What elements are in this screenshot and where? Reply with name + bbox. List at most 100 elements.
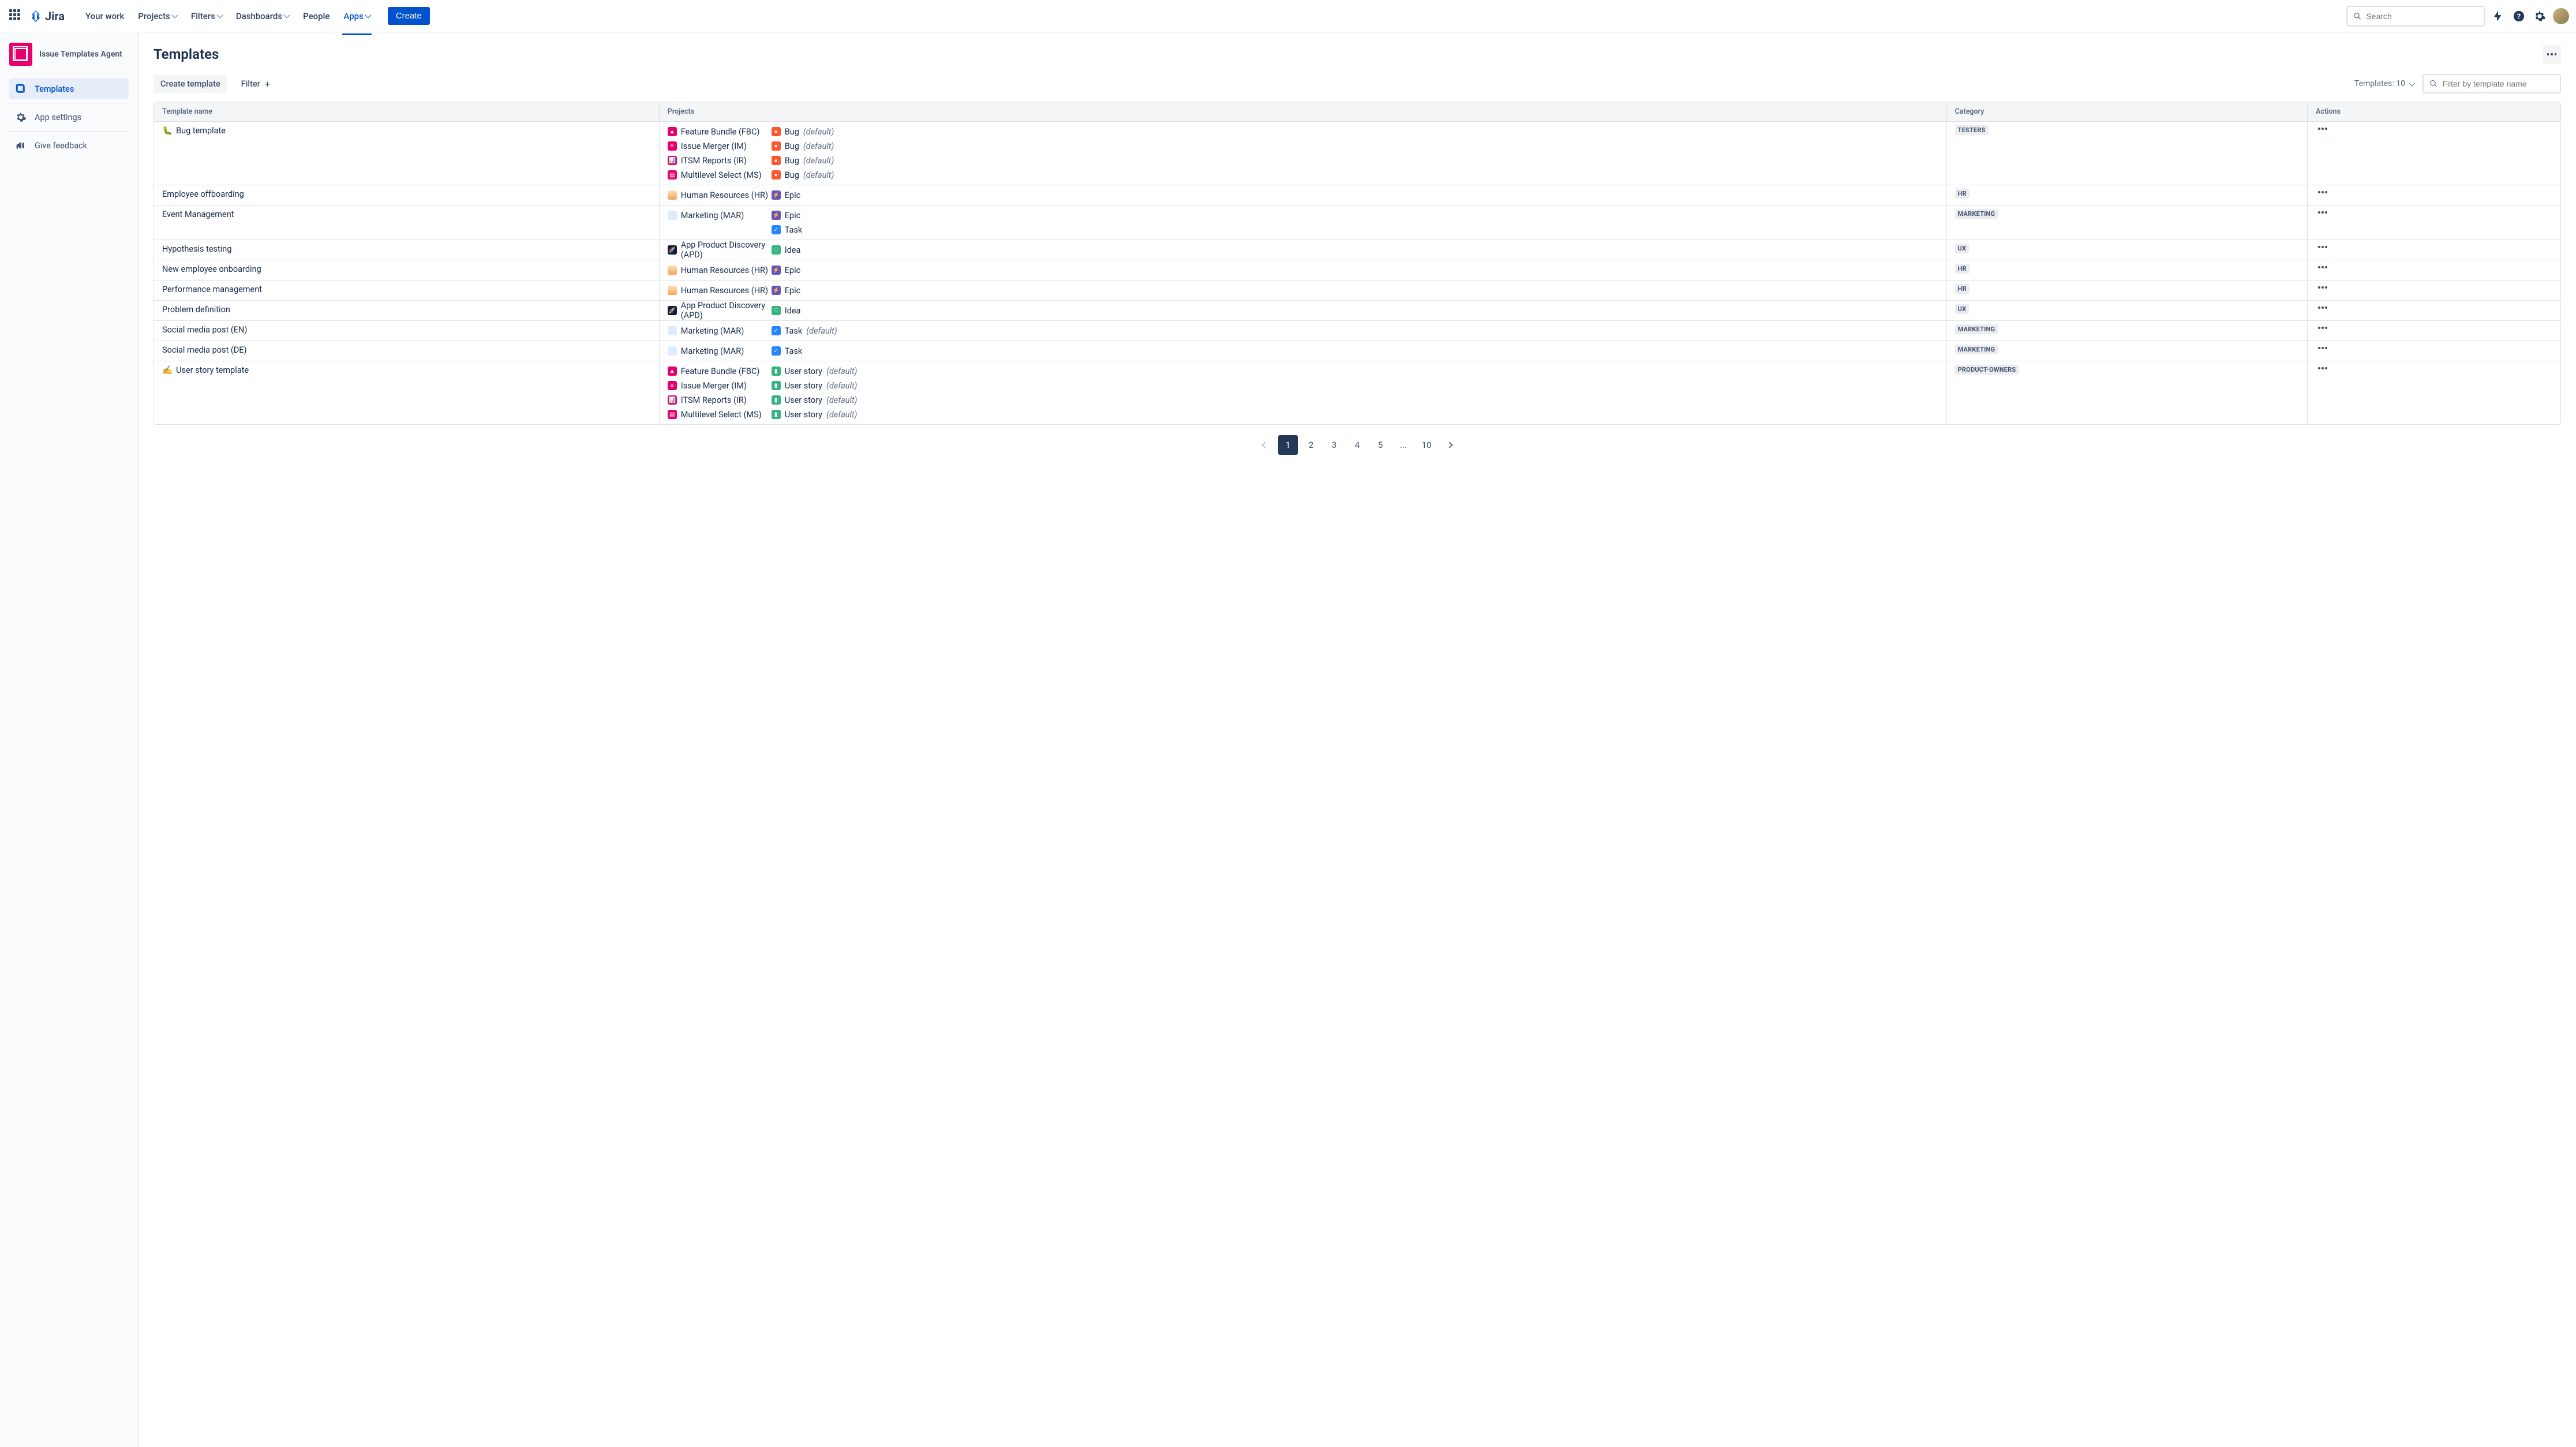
filter-input-wrap[interactable] bbox=[2423, 74, 2561, 94]
row-actions-button[interactable] bbox=[2316, 125, 2330, 132]
cell-actions bbox=[2308, 122, 2560, 185]
create-button[interactable]: Create bbox=[388, 7, 430, 25]
issuetype-label: Epic bbox=[785, 190, 801, 200]
category-badge: UX bbox=[1955, 304, 1970, 314]
row-actions-button[interactable] bbox=[2316, 264, 2330, 271]
project-icon: ≡ bbox=[668, 141, 677, 151]
row-actions-button[interactable] bbox=[2316, 365, 2330, 372]
table-row[interactable]: Event ManagementMarketing (MAR)⚡Epic✓Tas… bbox=[154, 205, 2560, 240]
sidebar-item-settings[interactable]: App settings bbox=[9, 107, 129, 128]
page-button[interactable]: 2 bbox=[1301, 435, 1321, 455]
page-prev-button[interactable] bbox=[1255, 435, 1275, 455]
nav-apps[interactable]: Apps bbox=[338, 8, 376, 25]
issuetype-icon: ⚡ bbox=[772, 286, 781, 295]
nav-filters[interactable]: Filters bbox=[185, 8, 228, 25]
page-size-selector[interactable]: Templates: 10 bbox=[2354, 79, 2414, 88]
more-actions-button[interactable] bbox=[2543, 45, 2561, 63]
search-input[interactable] bbox=[2366, 12, 2478, 21]
issuetype-label: Epic bbox=[785, 286, 801, 296]
project-icon: 🚀 bbox=[668, 245, 677, 255]
nav-people[interactable]: People bbox=[297, 8, 335, 25]
cell-name: Problem definition bbox=[154, 301, 660, 320]
filter-button[interactable]: Filter+ bbox=[235, 74, 276, 94]
template-emoji: 🐛 bbox=[162, 126, 173, 136]
cell-projects: Marketing (MAR)⚡Epic✓Task bbox=[660, 205, 1947, 240]
nav-projects[interactable]: Projects bbox=[132, 8, 183, 25]
project-entry: ≡Issue Merger (IM) bbox=[668, 140, 772, 152]
sidebar-item-feedback[interactable]: Give feedback bbox=[9, 135, 129, 156]
nav-your-work[interactable]: Your work bbox=[80, 8, 130, 25]
row-actions-button[interactable] bbox=[2316, 189, 2330, 196]
issuetype-label: Task bbox=[785, 326, 803, 336]
project-entry: Human Resources (HR) bbox=[668, 189, 772, 201]
project-name: Issue Templates Agent bbox=[39, 49, 122, 60]
table-row[interactable]: 🐛Bug template▲Feature Bundle (FBC)●Bug (… bbox=[154, 122, 2560, 185]
project-label: App Product Discovery (APD) bbox=[681, 301, 772, 320]
cell-category: UX bbox=[1947, 301, 2308, 320]
table-row[interactable]: ✍️User story template▲Feature Bundle (FB… bbox=[154, 361, 2560, 424]
page-next-button[interactable] bbox=[1440, 435, 1459, 455]
project-entry: 🚀App Product Discovery (APD) bbox=[668, 244, 772, 256]
issuetype-icon: ✓ bbox=[772, 346, 781, 356]
pagination: 12345...10 bbox=[153, 435, 2561, 455]
page-button[interactable]: 5 bbox=[1371, 435, 1390, 455]
search-box[interactable] bbox=[2346, 6, 2485, 27]
page-button[interactable]: 10 bbox=[1417, 435, 1436, 455]
issuetype-label: Bug bbox=[785, 141, 799, 151]
row-actions-button[interactable] bbox=[2316, 324, 2330, 331]
cell-projects: Human Resources (HR)⚡Epic bbox=[660, 281, 1947, 300]
row-actions-button[interactable] bbox=[2316, 284, 2330, 291]
table-row[interactable]: Problem definition🚀App Product Discovery… bbox=[154, 301, 2560, 321]
cell-category: TESTERS bbox=[1947, 122, 2308, 185]
cell-category: MARKETING bbox=[1947, 205, 2308, 240]
filter-input[interactable] bbox=[2442, 79, 2554, 88]
row-actions-button[interactable] bbox=[2316, 345, 2330, 352]
nav-dashboards[interactable]: Dashboards bbox=[230, 8, 295, 25]
issuetype-label: User story bbox=[785, 410, 822, 420]
user-avatar[interactable] bbox=[2553, 8, 2569, 24]
table-row[interactable]: Hypothesis testing🚀App Product Discovery… bbox=[154, 240, 2560, 260]
issuetype-entry: ●Bug (default) bbox=[772, 125, 1938, 138]
table-row[interactable]: Performance managementHuman Resources (H… bbox=[154, 281, 2560, 301]
create-template-button[interactable]: Create template bbox=[153, 75, 227, 93]
project-header: Issue Templates Agent bbox=[6, 43, 132, 75]
page-button[interactable]: 4 bbox=[1347, 435, 1367, 455]
project-icon bbox=[668, 346, 677, 356]
settings-icon[interactable] bbox=[2532, 9, 2547, 24]
cell-projects: Marketing (MAR)✓Task bbox=[660, 341, 1947, 361]
cell-category: HR bbox=[1947, 185, 2308, 205]
project-label: Marketing (MAR) bbox=[681, 211, 744, 220]
page-button: ... bbox=[1394, 435, 1413, 455]
table-row[interactable]: New employee onboardingHuman Resources (… bbox=[154, 260, 2560, 281]
issuetype-label: User story bbox=[785, 367, 822, 376]
issuetype-icon: ● bbox=[772, 141, 781, 151]
row-actions-button[interactable] bbox=[2316, 304, 2330, 311]
sidebar: Issue Templates Agent Templates App sett… bbox=[0, 32, 138, 1447]
cell-actions bbox=[2308, 205, 2560, 240]
issuetype-entry: ▮User story (default) bbox=[772, 365, 1938, 377]
table-row[interactable]: Social media post (DE)Marketing (MAR)✓Ta… bbox=[154, 341, 2560, 361]
issuetype-entry: ✓Task (default) bbox=[772, 324, 1938, 337]
sidebar-item-templates[interactable]: Templates bbox=[9, 78, 129, 99]
project-icon: ▤ bbox=[668, 410, 677, 419]
category-badge: TESTERS bbox=[1955, 125, 1989, 135]
gear-icon bbox=[15, 111, 27, 123]
page-button[interactable]: 3 bbox=[1324, 435, 1344, 455]
notifications-icon[interactable] bbox=[2491, 9, 2506, 24]
page-button[interactable]: 1 bbox=[1278, 435, 1298, 455]
help-icon[interactable]: ? bbox=[2511, 9, 2526, 24]
cell-category: PRODUCT-OWNERS bbox=[1947, 361, 2308, 424]
row-actions-button[interactable] bbox=[2316, 244, 2330, 250]
category-badge: MARKETING bbox=[1955, 345, 1998, 354]
chevron-down-icon bbox=[2409, 80, 2415, 86]
template-name: Problem definition bbox=[162, 305, 230, 315]
row-actions-button[interactable] bbox=[2316, 209, 2330, 216]
jira-logo[interactable]: Jira bbox=[30, 9, 65, 23]
app-switcher-icon[interactable] bbox=[9, 9, 23, 23]
project-icon: ▤ bbox=[668, 170, 677, 180]
table-row[interactable]: Social media post (EN)Marketing (MAR)✓Ta… bbox=[154, 321, 2560, 341]
default-label: (default) bbox=[806, 326, 837, 336]
category-badge: MARKETING bbox=[1955, 209, 1998, 219]
template-name: Bug template bbox=[176, 126, 226, 136]
table-row[interactable]: Employee offboardingHuman Resources (HR)… bbox=[154, 185, 2560, 205]
